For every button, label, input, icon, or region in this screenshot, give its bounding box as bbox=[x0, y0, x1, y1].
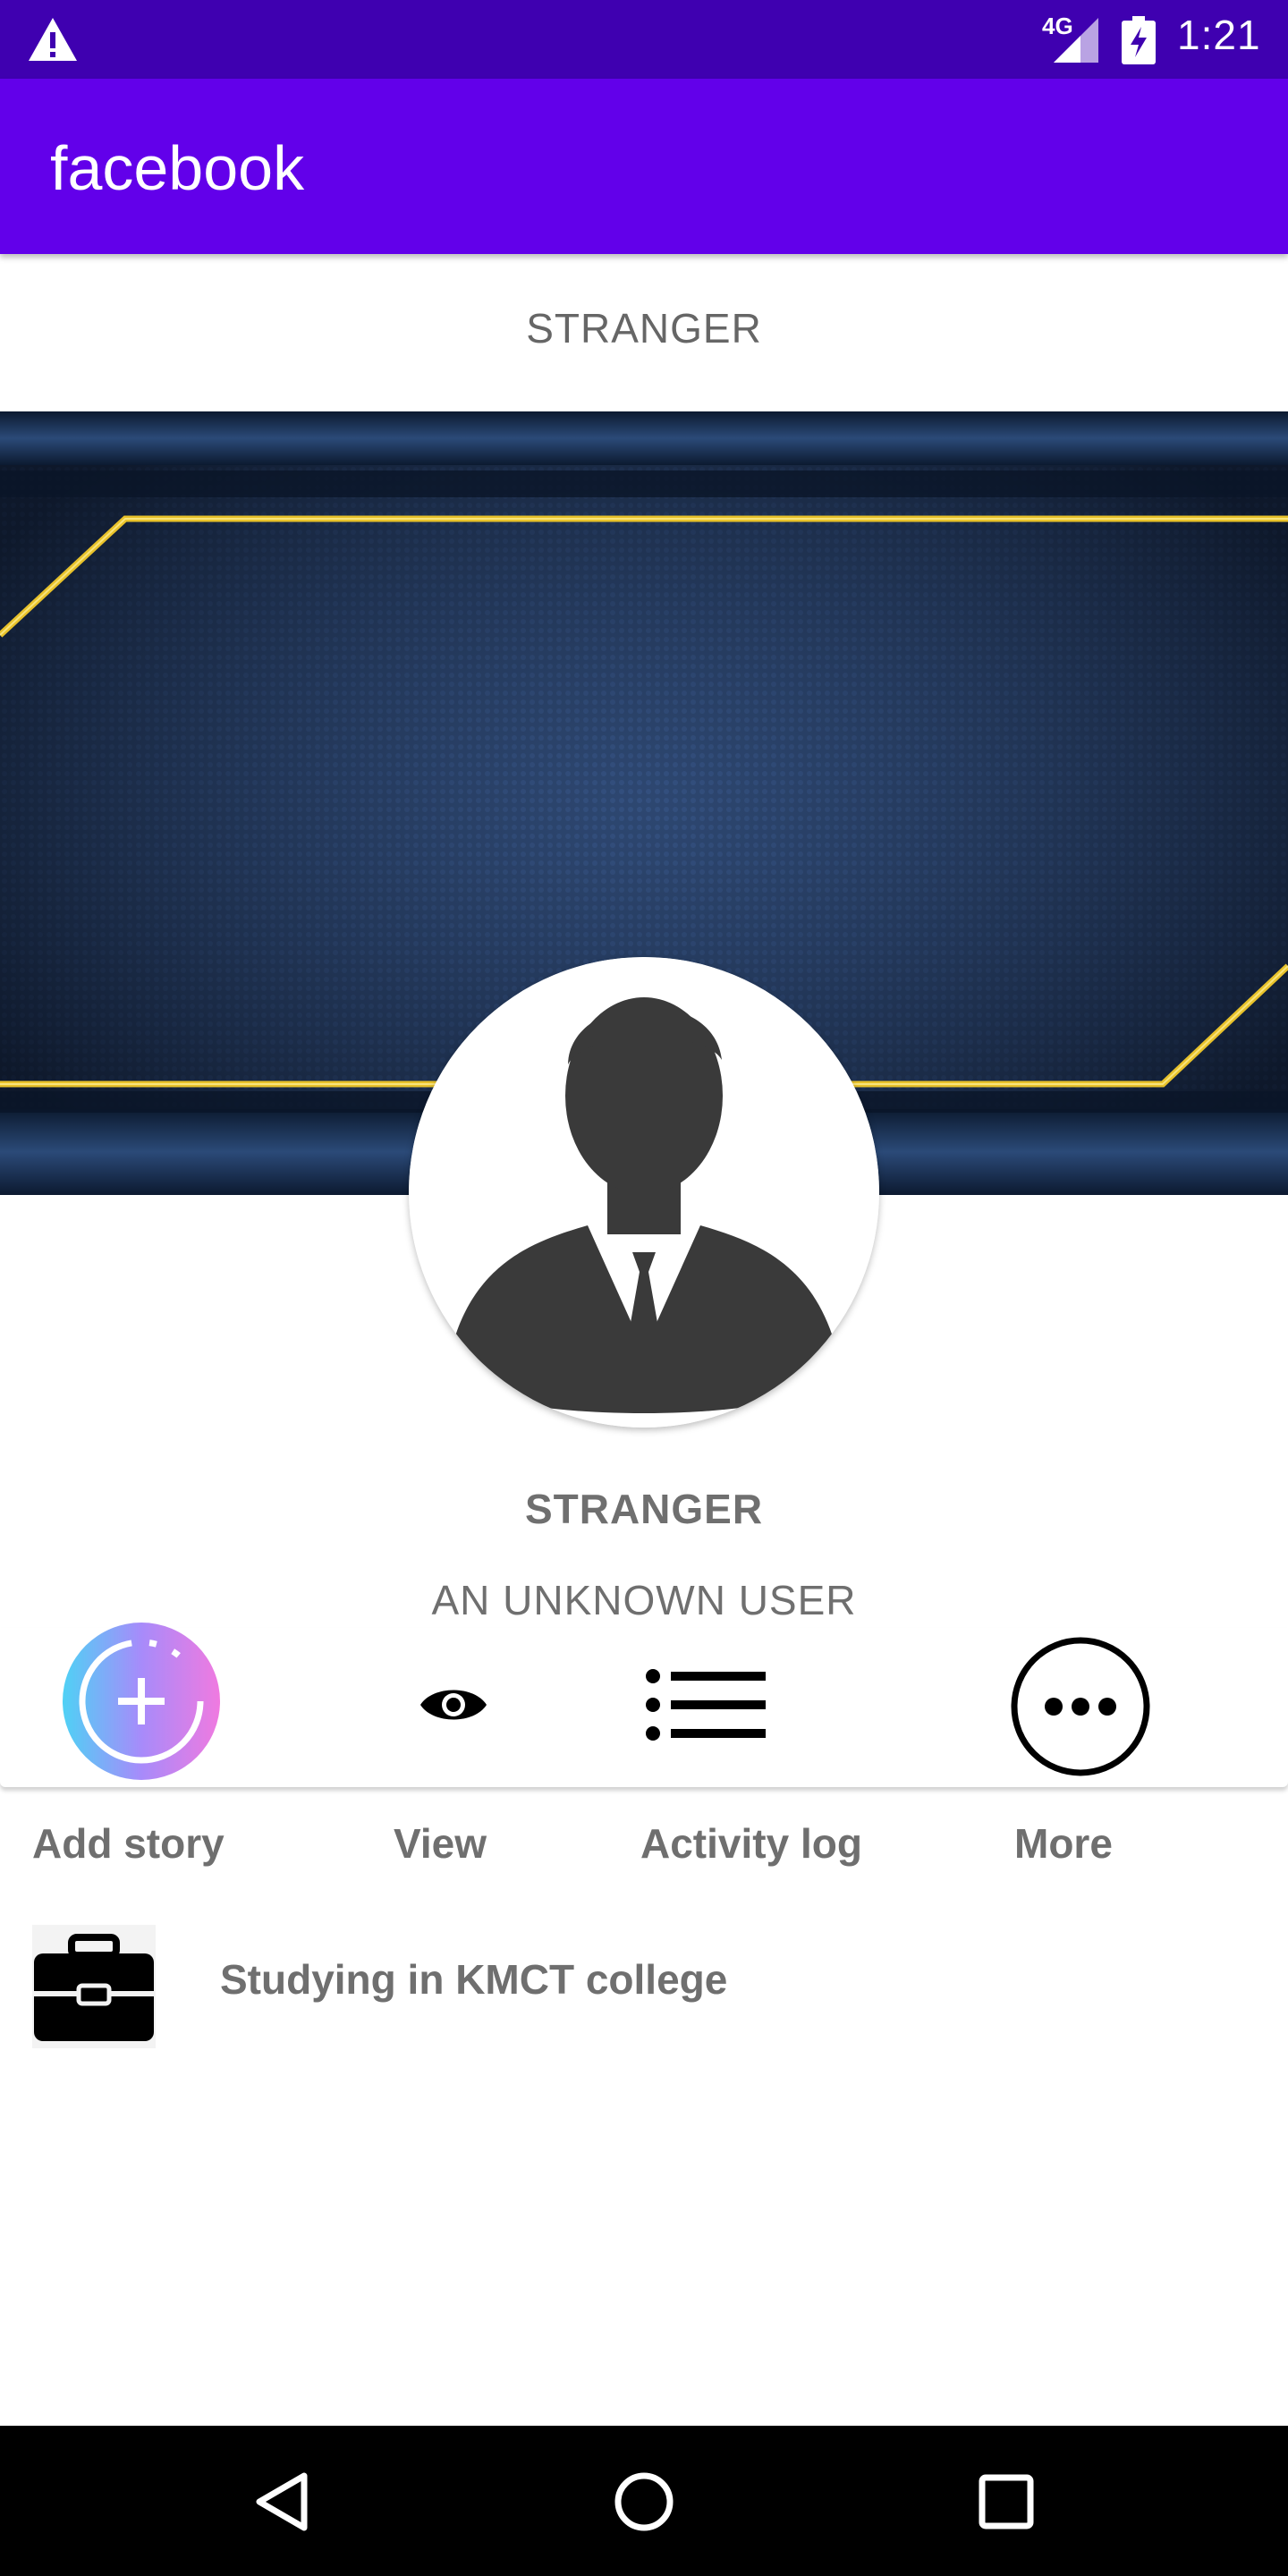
profile-avatar[interactable] bbox=[409, 957, 879, 1428]
briefcase-icon bbox=[32, 1925, 156, 2048]
view-label[interactable]: View bbox=[394, 1819, 487, 1868]
profile-header-name: STRANGER bbox=[526, 305, 762, 352]
status-bar: 4G 1:21 bbox=[0, 0, 1288, 79]
more-label[interactable]: More bbox=[1014, 1819, 1113, 1868]
recents-icon[interactable] bbox=[975, 2470, 1038, 2533]
back-icon[interactable] bbox=[250, 2470, 313, 2533]
app-title: facebook bbox=[50, 133, 305, 203]
activity-log-label[interactable]: Activity log bbox=[640, 1819, 862, 1868]
home-icon[interactable] bbox=[613, 2470, 675, 2533]
work-text: Studying in KMCT college bbox=[220, 1956, 728, 2003]
clock: 1:21 bbox=[1177, 12, 1261, 58]
signal-icon bbox=[1054, 18, 1098, 63]
person-silhouette-icon bbox=[409, 957, 879, 1428]
warning-icon bbox=[29, 18, 77, 61]
more-icon[interactable] bbox=[1009, 1635, 1152, 1778]
app-bar: facebook bbox=[0, 79, 1288, 254]
battery-charging-icon bbox=[1122, 16, 1156, 64]
profile-bio: AN UNKNOWN USER bbox=[431, 1577, 857, 1623]
add-story-label[interactable]: Add story bbox=[32, 1819, 225, 1868]
eye-icon[interactable] bbox=[419, 1682, 488, 1728]
profile-name: STRANGER bbox=[524, 1486, 764, 1532]
list-icon[interactable] bbox=[644, 1667, 769, 1742]
add-story-icon[interactable] bbox=[61, 1621, 222, 1782]
